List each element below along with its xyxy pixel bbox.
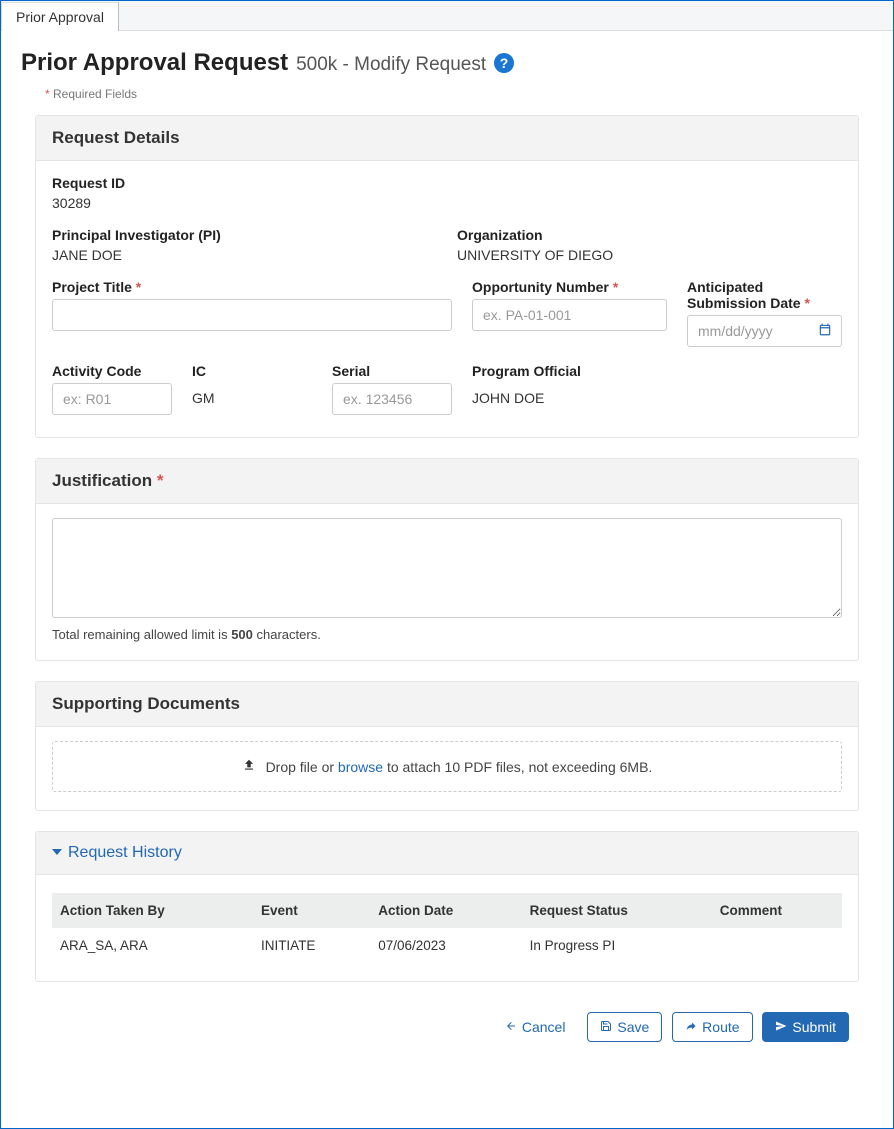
panel-supporting-documents: Supporting Documents Drop file or browse… xyxy=(35,681,859,811)
page-subtitle: 500k - Modify Request xyxy=(296,54,486,75)
send-icon xyxy=(775,1019,787,1035)
browse-link[interactable]: browse xyxy=(338,759,383,775)
label-organization: Organization xyxy=(457,227,842,243)
label-request-id: Request ID xyxy=(52,175,842,191)
table-row: ARA_SA, ARA INITIATE 07/06/2023 In Progr… xyxy=(52,928,842,963)
page-title: Prior Approval Request xyxy=(21,49,288,76)
input-project-title[interactable] xyxy=(52,299,452,331)
panel-justification: Justification * Total remaining allowed … xyxy=(35,458,859,661)
tab-label: Prior Approval xyxy=(16,9,104,25)
submit-button[interactable]: Submit xyxy=(762,1012,849,1042)
caret-down-icon xyxy=(52,849,62,855)
help-icon[interactable]: ? xyxy=(494,53,514,73)
panel-header-supporting-documents: Supporting Documents xyxy=(36,682,858,727)
cell-status: In Progress PI xyxy=(522,928,712,963)
cell-event: INITIATE xyxy=(253,928,370,963)
tab-prior-approval[interactable]: Prior Approval xyxy=(1,2,119,31)
route-button[interactable]: Route xyxy=(672,1012,752,1042)
char-limit-note: Total remaining allowed limit is 500 cha… xyxy=(52,627,842,642)
value-pi: JANE DOE xyxy=(52,247,437,263)
upload-icon xyxy=(242,759,260,775)
col-event: Event xyxy=(253,893,370,928)
col-request-status: Request Status xyxy=(522,893,712,928)
history-table: Action Taken By Event Action Date Reques… xyxy=(52,893,842,963)
tab-bar: Prior Approval xyxy=(1,1,893,31)
page-header: Prior Approval Request 500k - Modify Req… xyxy=(21,49,873,77)
col-action-taken-by: Action Taken By xyxy=(52,893,253,928)
label-ic: IC xyxy=(192,363,312,379)
arrow-left-icon xyxy=(505,1019,517,1035)
panel-header-request-history[interactable]: Request History xyxy=(36,832,858,875)
cell-by: ARA_SA, ARA xyxy=(52,928,253,963)
value-program-official: JOHN DOE xyxy=(472,383,842,406)
file-dropzone[interactable]: Drop file or browse to attach 10 PDF fil… xyxy=(52,741,842,792)
value-ic: GM xyxy=(192,383,312,406)
label-opportunity-number: Opportunity Number * xyxy=(472,279,667,295)
input-activity-code[interactable] xyxy=(52,383,172,415)
footer-actions: Cancel Save Route Submit xyxy=(21,1002,873,1052)
cell-date: 07/06/2023 xyxy=(370,928,521,963)
share-icon xyxy=(685,1019,697,1035)
value-request-id: 30289 xyxy=(52,195,842,211)
input-serial[interactable] xyxy=(332,383,452,415)
required-fields-note: * Required Fields xyxy=(45,87,873,101)
save-icon xyxy=(600,1019,612,1035)
label-serial: Serial xyxy=(332,363,452,379)
col-comment: Comment xyxy=(712,893,842,928)
panel-header-request-details: Request Details xyxy=(36,116,858,161)
label-program-official: Program Official xyxy=(472,363,842,379)
value-organization: UNIVERSITY OF DIEGO xyxy=(457,247,842,263)
panel-request-history: Request History Action Taken By Event Ac… xyxy=(35,831,859,982)
label-project-title: Project Title * xyxy=(52,279,452,295)
save-button[interactable]: Save xyxy=(587,1012,662,1042)
label-pi: Principal Investigator (PI) xyxy=(52,227,437,243)
textarea-justification[interactable] xyxy=(52,518,842,618)
col-action-date: Action Date xyxy=(370,893,521,928)
cancel-button[interactable]: Cancel xyxy=(493,1013,578,1041)
label-anticipated-submission-date: Anticipated Submission Date * xyxy=(687,279,842,311)
panel-header-justification: Justification * xyxy=(36,459,858,504)
panel-request-details: Request Details Request ID 30289 Princip… xyxy=(35,115,859,438)
cell-comment xyxy=(712,928,842,963)
calendar-icon[interactable] xyxy=(818,323,832,340)
label-activity-code: Activity Code xyxy=(52,363,172,379)
page-content: Prior Approval Request 500k - Modify Req… xyxy=(1,31,893,1070)
input-opportunity-number[interactable] xyxy=(472,299,667,331)
